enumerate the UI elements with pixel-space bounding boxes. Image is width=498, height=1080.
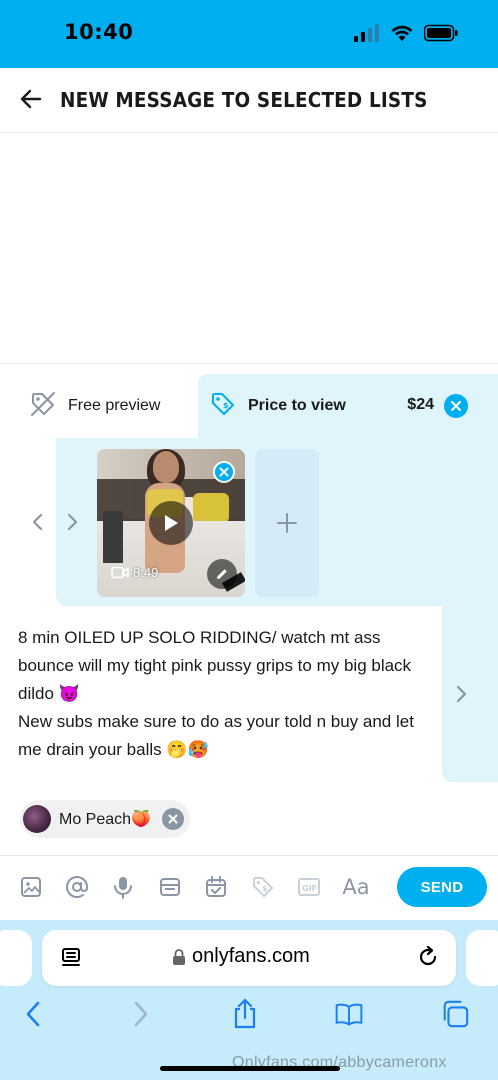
add-media-button[interactable]: [255, 449, 319, 597]
back-icon: [26, 1001, 40, 1027]
chevron-right-icon: [456, 685, 467, 703]
message-input[interactable]: 8 min OILED UP SOLO RIDDING/ watch mt as…: [0, 606, 442, 782]
duration-text: 8:49: [133, 565, 159, 580]
close-icon: [451, 401, 461, 411]
schedule-button[interactable]: [203, 874, 229, 900]
composer-toolbar: $ GIF Aa SEND: [0, 855, 498, 919]
media-next-button[interactable]: [62, 510, 84, 534]
vault-icon: [160, 878, 180, 896]
tab-price-to-view[interactable]: $ Price to view $24: [198, 374, 498, 438]
send-button[interactable]: SEND: [397, 867, 487, 907]
cellular-signal-icon: [354, 24, 380, 47]
edit-media-button[interactable]: [207, 559, 237, 589]
previous-tab-preview[interactable]: [0, 930, 32, 986]
price-button[interactable]: $: [250, 874, 276, 900]
header: NEW MESSAGE TO SELECTED LISTS: [0, 68, 498, 133]
status-time: 10:40: [64, 20, 134, 44]
clear-price-button[interactable]: [444, 394, 468, 418]
image-button[interactable]: [18, 874, 44, 900]
gif-icon: GIF: [298, 878, 320, 896]
text-format-button[interactable]: Aa: [342, 874, 370, 900]
reader-icon: [62, 948, 80, 966]
video-duration: 8:49: [111, 565, 158, 580]
media-prev-button[interactable]: [26, 510, 48, 534]
gif-button[interactable]: GIF: [296, 874, 322, 900]
reload-icon: [419, 945, 437, 966]
voice-button[interactable]: [110, 874, 136, 900]
tabs-button[interactable]: [440, 998, 470, 1030]
play-button[interactable]: [149, 501, 193, 545]
svg-text:$: $: [262, 884, 268, 893]
price-tag-icon: $: [210, 391, 236, 422]
media-thumbnail[interactable]: 8:49: [97, 449, 245, 597]
status-bar: 10:40: [0, 0, 498, 68]
tabs-icon: [443, 1000, 469, 1028]
mention-button[interactable]: [64, 874, 90, 900]
page-title: NEW MESSAGE TO SELECTED LISTS: [60, 88, 428, 112]
next-tab-preview[interactable]: [466, 930, 498, 986]
wifi-icon: [390, 24, 414, 47]
url-text: onlyfans.com: [192, 945, 310, 967]
recipient-name: Mo Peach🍑: [59, 811, 151, 828]
home-indicator: [160, 1066, 340, 1071]
image-icon: [21, 877, 41, 897]
chevron-right-icon: [67, 513, 78, 531]
price-tag-icon: $: [253, 877, 273, 897]
lock-icon: [172, 948, 186, 971]
message-next-button[interactable]: [452, 682, 472, 706]
status-icons: [354, 24, 458, 47]
close-icon: [219, 467, 229, 477]
address-bar[interactable]: onlyfans.com: [42, 930, 456, 986]
browser-back-button[interactable]: [18, 998, 48, 1030]
share-button[interactable]: [230, 998, 260, 1030]
svg-text:$: $: [223, 401, 229, 410]
arrow-left-icon: [20, 89, 42, 114]
share-icon: [234, 998, 256, 1029]
video-camera-icon: [111, 566, 129, 579]
plus-icon: [277, 513, 297, 533]
remove-media-button[interactable]: [213, 461, 235, 483]
bookmarks-button[interactable]: [334, 998, 364, 1030]
price-value[interactable]: $24: [407, 396, 434, 414]
tab-free-preview-label: Free preview: [68, 397, 161, 414]
empty-area: [0, 134, 498, 364]
tab-free-preview[interactable]: Free preview: [0, 374, 198, 438]
play-icon: [165, 515, 178, 531]
pencil-icon: [217, 569, 227, 579]
browser-chrome: onlyfans.com Onlyfans.com/abbycameronx: [0, 920, 498, 1080]
vault-button[interactable]: [157, 874, 183, 900]
microphone-icon: [114, 877, 132, 899]
close-icon: [168, 814, 178, 824]
price-tabs: Free preview $ Price to view $24: [0, 374, 498, 438]
remove-recipient-button[interactable]: [162, 808, 184, 830]
browser-forward-button[interactable]: [126, 998, 156, 1030]
avatar: [23, 805, 51, 833]
message-text[interactable]: 8 min OILED UP SOLO RIDDING/ watch mt as…: [18, 624, 422, 764]
tab-price-to-view-label: Price to view: [248, 397, 346, 414]
battery-icon: [423, 24, 458, 47]
recipient-chip[interactable]: Mo Peach🍑: [20, 800, 190, 838]
tag-off-icon: [30, 391, 56, 422]
calendar-icon: [206, 876, 226, 897]
forward-icon: [134, 1001, 148, 1027]
back-button[interactable]: [16, 86, 46, 116]
svg-text:GIF: GIF: [302, 884, 317, 893]
reader-button[interactable]: [60, 946, 84, 975]
chevron-left-icon: [32, 513, 43, 531]
at-sign-icon: [66, 876, 88, 898]
bookmarks-icon: [335, 1003, 363, 1026]
reload-button[interactable]: [416, 945, 440, 974]
